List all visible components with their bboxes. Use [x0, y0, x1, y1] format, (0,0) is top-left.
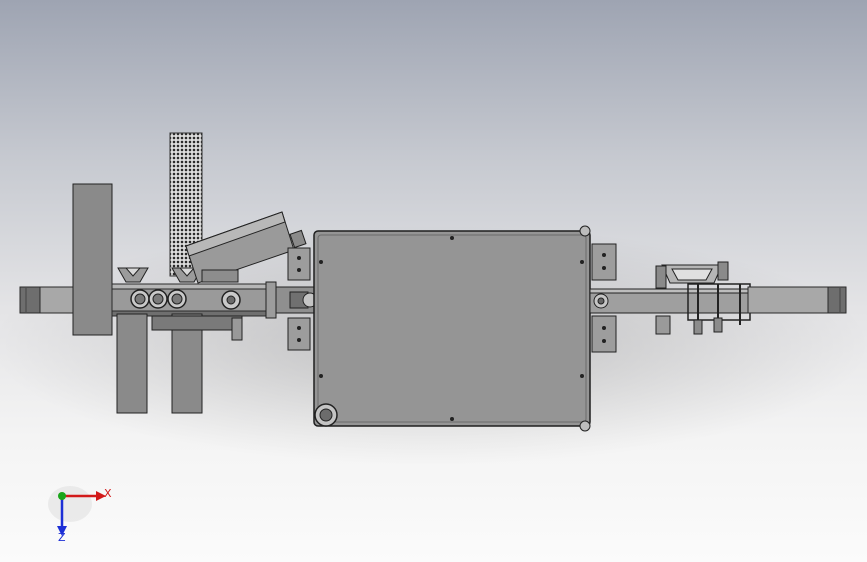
mount-bracket-bottom-right[interactable]	[591, 315, 617, 353]
left-side-plate[interactable]	[72, 183, 113, 336]
coordinate-triad: X Z	[48, 482, 118, 548]
mount-bracket-top-right[interactable]	[591, 243, 617, 281]
z-axis-label: Z	[58, 531, 66, 544]
right-conveyor-belt[interactable]	[747, 286, 847, 314]
assembly-model-view[interactable]	[0, 0, 867, 562]
chute-mount	[201, 269, 239, 283]
mount-bracket-bottom-left[interactable]	[287, 317, 311, 351]
graphics-viewport[interactable]: X Z	[0, 0, 867, 562]
x-axis-label: X	[104, 487, 112, 500]
lower-crossbar	[151, 315, 243, 331]
drive-shaft[interactable]	[265, 281, 318, 319]
lower-bracket	[231, 317, 243, 341]
main-housing-box[interactable]	[313, 225, 591, 432]
mount-bracket-top-left[interactable]	[287, 247, 311, 281]
corner-wheel[interactable]	[314, 403, 338, 427]
support-column-left[interactable]	[116, 313, 148, 414]
